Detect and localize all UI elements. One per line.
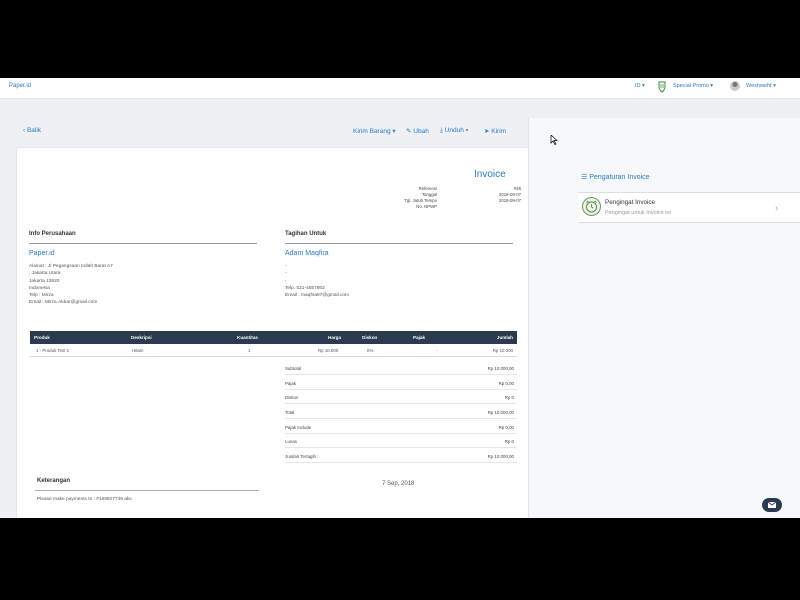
send-icon: ➤ bbox=[484, 128, 490, 135]
divider bbox=[285, 433, 517, 434]
address-line: - bbox=[285, 278, 287, 284]
avatar[interactable] bbox=[730, 81, 740, 91]
address-line: - bbox=[285, 264, 287, 269]
invoice-settings-panel: ☰ Pengaturan Invoice Pengingat Invoice P… bbox=[528, 118, 800, 518]
address-line: Indonesia bbox=[29, 285, 50, 291]
col-header-pajak: Pajak bbox=[413, 335, 426, 340]
cell-pajak: - bbox=[436, 348, 438, 353]
reminder-title: Pengingat Invoice bbox=[605, 199, 656, 206]
total-label: Subtotal bbox=[285, 366, 302, 371]
bill-to-header: Tagihan Untuk bbox=[285, 231, 327, 237]
unduh-button[interactable]: ⤓ Unduh ▾ bbox=[440, 127, 468, 135]
divider bbox=[285, 447, 517, 448]
total-label: Pajak bbox=[285, 381, 296, 386]
settings-header-label: Pengaturan Invoice bbox=[589, 174, 650, 181]
sliders-icon: ☰ bbox=[581, 174, 588, 181]
divider bbox=[35, 490, 259, 491]
cell-diskon: 0% bbox=[367, 348, 374, 353]
invoice-action-bar: ‹ Balik Kirim Barang ▾ ✎ Ubah ⤓ Unduh ▾ … bbox=[0, 121, 528, 141]
kirim-barang-button[interactable]: Kirim Barang ▾ bbox=[353, 127, 396, 135]
promo-badge-icon bbox=[658, 81, 666, 93]
meta-value: 2018-09-07 bbox=[499, 198, 521, 203]
total-value: Rp 0,00 bbox=[498, 425, 514, 430]
cell-jumlah: Rp 10.000 bbox=[492, 348, 513, 353]
reminder-subtitle: Pengingat untuk Invoice ini bbox=[605, 210, 671, 216]
ubah-button[interactable]: ✎ Ubah bbox=[406, 127, 429, 135]
divider bbox=[285, 243, 513, 244]
envelope-icon bbox=[767, 501, 777, 508]
total-label: Lunas bbox=[285, 439, 297, 444]
cell-harga: Rp 10.000 bbox=[318, 348, 339, 353]
invoice-settings-header: ☰ Pengaturan Invoice bbox=[581, 173, 650, 181]
alarm-clock-icon bbox=[582, 197, 601, 216]
kirim-label: Kirim bbox=[491, 128, 507, 135]
total-value: Rp 0,00 bbox=[498, 381, 514, 386]
col-header-diskon: Diskon bbox=[362, 335, 378, 340]
col-header-produk: Produk bbox=[34, 335, 50, 340]
divider bbox=[285, 374, 517, 375]
signature-date: 7 Sep, 2018 bbox=[382, 481, 415, 487]
address-line: Telp. 021-4557862 bbox=[285, 285, 325, 291]
kirim-button[interactable]: ➤ Kirim bbox=[484, 127, 506, 135]
divider bbox=[285, 389, 517, 390]
divider bbox=[285, 418, 517, 419]
notes-text: Please make payments to : #199827749 abc bbox=[37, 497, 132, 502]
app-screen: Paper.id ID ▾ Special Promo ▾ Weshwehf ▾… bbox=[0, 78, 800, 518]
total-value: Rp 10.000,00 bbox=[487, 454, 514, 459]
address-line: , Jakarta Utara bbox=[29, 271, 61, 277]
total-value: Rp 0 bbox=[504, 439, 514, 444]
table-row: 1 - Produk Test 1 Hitam 1 Rp 10.000 0% -… bbox=[30, 344, 517, 357]
download-icon: ⤓ bbox=[440, 127, 443, 134]
divider bbox=[29, 243, 257, 244]
address-line: - bbox=[285, 271, 287, 277]
col-header-jumlah: Jumlah bbox=[496, 335, 513, 340]
user-menu[interactable]: Weshwehf ▾ bbox=[746, 83, 776, 89]
address-line: Email : Mirza.Akbar@gmail.com bbox=[29, 300, 98, 306]
chat-button[interactable] bbox=[762, 498, 782, 512]
back-button[interactable]: ‹ Balik bbox=[23, 127, 41, 134]
company-info-header: Info Perusahaan bbox=[29, 231, 76, 237]
cell-produk: 1 - Produk Test 1 bbox=[36, 348, 70, 353]
mouse-cursor-icon bbox=[550, 135, 558, 145]
cell-deskripsi: Hitam bbox=[132, 348, 144, 353]
company-address: Alamat : Jl Pegangsaan Indah Barat A7 , … bbox=[29, 263, 113, 307]
pencil-icon: ✎ bbox=[406, 128, 412, 135]
customer-address: - - - Telp. 021-4557862 Email : maqfira9… bbox=[285, 263, 349, 299]
items-table-header: Produk Deskripsi Kuantitas Harga Diskon … bbox=[30, 331, 517, 344]
invoice-title: Invoice bbox=[474, 169, 506, 180]
chevron-right-icon[interactable]: › bbox=[775, 203, 778, 214]
col-header-deskripsi: Deskripsi bbox=[131, 335, 152, 340]
notes-header: Keterangan bbox=[37, 478, 71, 484]
address-line: Jakarta 13920 bbox=[29, 278, 60, 284]
invoice-meta-labels: Referensi Tanggal Tgl. Jatuh Tempo No. N… bbox=[377, 186, 437, 210]
meta-label: No. NPWP bbox=[416, 204, 437, 209]
language-dropdown[interactable]: ID ▾ bbox=[635, 83, 645, 89]
invoice-meta-values: #46 2018-09-07 2018-09-07 bbox=[457, 186, 521, 204]
customer-name: Adam Maqfira bbox=[285, 250, 329, 257]
address-line: Telp : Mirza bbox=[29, 293, 54, 299]
total-label: Diskon bbox=[285, 395, 299, 400]
app-logo[interactable]: Paper.id bbox=[9, 83, 31, 89]
total-label: Jumlah Tertagih : bbox=[285, 454, 319, 459]
address-line: Alamat : Jl Pegangsaan Indah Barat A7 bbox=[29, 264, 113, 269]
divider bbox=[285, 462, 517, 463]
top-navbar: Paper.id ID ▾ Special Promo ▾ Weshwehf ▾ bbox=[0, 78, 800, 99]
address-line: Email : maqfira97@gmail.com bbox=[285, 293, 350, 299]
col-header-harga: Harga bbox=[328, 335, 342, 340]
invoice-document: Invoice Referensi Tanggal Tgl. Jatuh Tem… bbox=[17, 148, 528, 518]
divider bbox=[285, 403, 517, 404]
company-name: Paper.id bbox=[29, 250, 55, 257]
total-value: Rp 10.000,00 bbox=[487, 410, 514, 415]
invoice-reminder-card[interactable]: Pengingat Invoice Pengingat untuk Invoic… bbox=[579, 193, 800, 223]
ubah-label: Ubah bbox=[413, 128, 429, 135]
total-label: Total bbox=[285, 410, 295, 415]
unduh-label: Unduh ▾ bbox=[444, 127, 469, 134]
total-label: Pajak Include bbox=[285, 425, 312, 430]
special-promo-dropdown[interactable]: Special Promo ▾ bbox=[673, 83, 713, 89]
col-header-kuantitas: Kuantitas bbox=[237, 335, 258, 340]
total-value: Rp 0 bbox=[504, 395, 514, 400]
total-value: Rp 10.000,00 bbox=[487, 366, 514, 371]
cell-kuantitas: 1 bbox=[248, 348, 251, 353]
